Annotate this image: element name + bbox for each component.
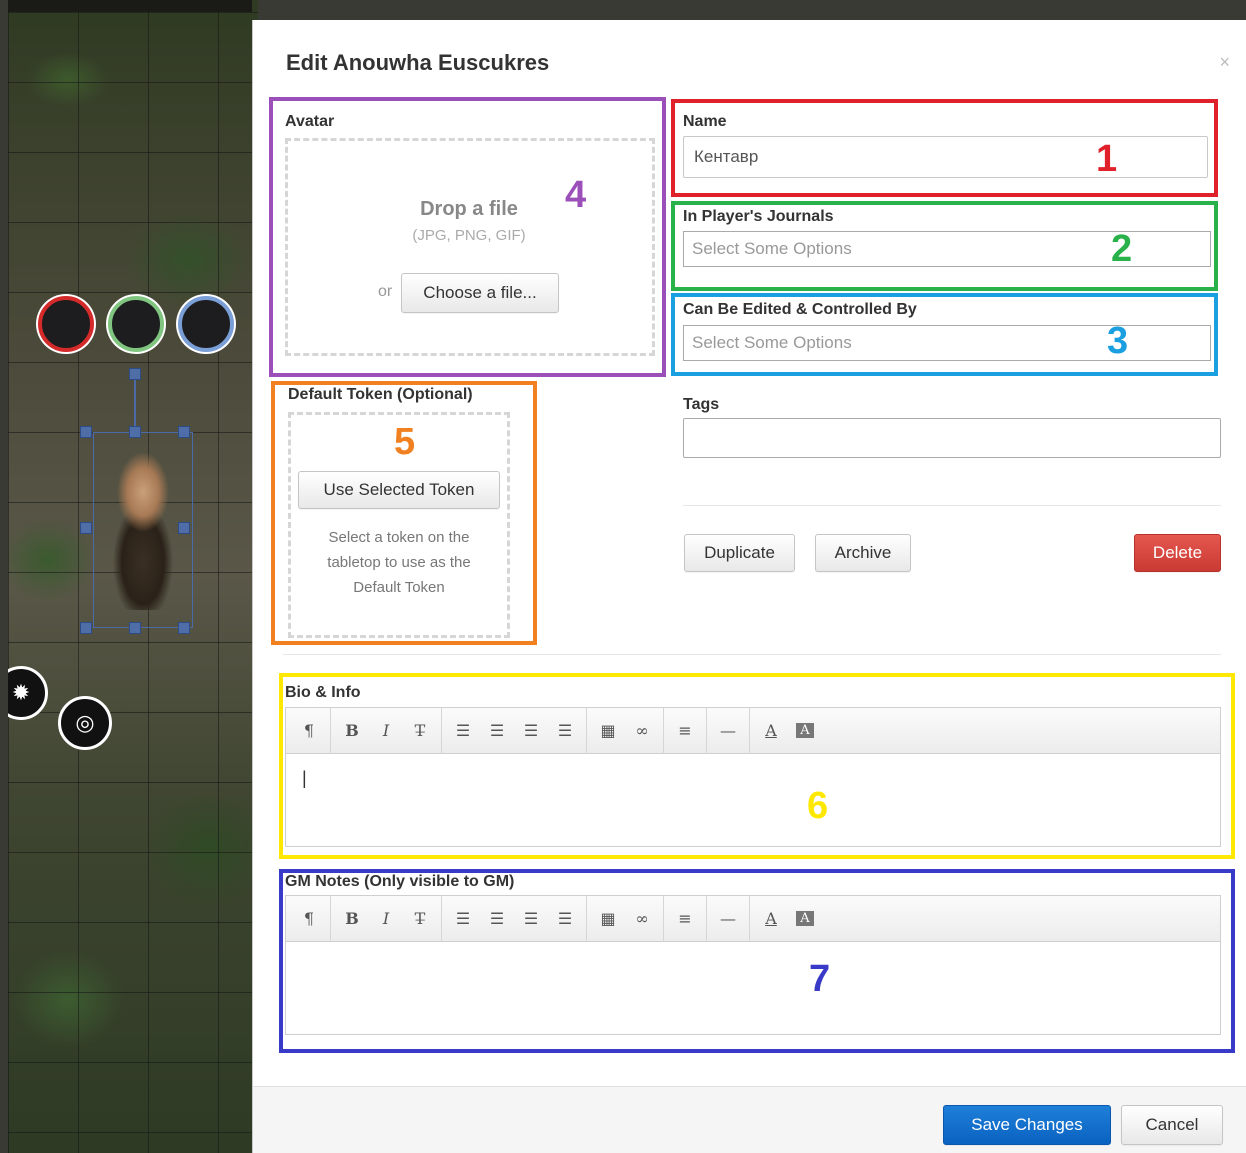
divider xyxy=(683,505,1221,506)
annotation-number: 7 xyxy=(809,958,831,1000)
annotation-box-name xyxy=(671,99,1218,197)
rotate-handle-line xyxy=(134,380,136,432)
annotation-box-controlled xyxy=(671,293,1218,376)
annotation-number: 4 xyxy=(565,174,587,216)
delete-button[interactable]: Delete xyxy=(1134,534,1221,572)
annotation-box-gm-notes xyxy=(279,869,1235,1053)
resize-handle[interactable] xyxy=(129,622,141,634)
token-bar-green[interactable] xyxy=(108,296,164,352)
annotation-box-journals xyxy=(671,201,1218,291)
resize-handle[interactable] xyxy=(80,426,92,438)
annotation-number: 5 xyxy=(394,421,416,463)
archive-button[interactable]: Archive xyxy=(815,534,911,572)
divider xyxy=(283,654,1221,655)
resize-handle[interactable] xyxy=(178,522,190,534)
resize-handle[interactable] xyxy=(129,426,141,438)
annotation-number: 6 xyxy=(807,785,829,827)
annotation-box-bio xyxy=(279,673,1235,859)
edit-character-dialog: Edit Anouwha Euscukres × Avatar Drop a f… xyxy=(252,20,1246,1153)
close-icon[interactable]: × xyxy=(1219,52,1230,73)
rotate-handle[interactable] xyxy=(129,368,141,380)
token-bar-red[interactable] xyxy=(38,296,94,352)
tabletop-map[interactable]: ✹ ◎ xyxy=(8,0,258,1153)
tags-input[interactable] xyxy=(683,418,1221,458)
resize-handle[interactable] xyxy=(80,522,92,534)
annotation-number: 1 xyxy=(1096,138,1118,180)
resize-handle[interactable] xyxy=(178,622,190,634)
cancel-button[interactable]: Cancel xyxy=(1121,1105,1223,1145)
save-changes-button[interactable]: Save Changes xyxy=(943,1105,1111,1145)
tags-label: Tags xyxy=(683,396,720,413)
resize-handle[interactable] xyxy=(178,426,190,438)
dialog-footer: Save Changes Cancel xyxy=(253,1086,1246,1153)
resize-handle[interactable] xyxy=(80,622,92,634)
annotation-number: 3 xyxy=(1107,320,1129,362)
annotation-number: 2 xyxy=(1111,228,1133,270)
gear-icon[interactable]: ✹ xyxy=(8,666,48,720)
target-icon[interactable]: ◎ xyxy=(58,696,112,750)
token-bar-blue[interactable] xyxy=(178,296,234,352)
dialog-title: Edit Anouwha Euscukres xyxy=(286,50,550,75)
duplicate-button[interactable]: Duplicate xyxy=(684,534,795,572)
annotation-box-avatar xyxy=(269,97,666,377)
